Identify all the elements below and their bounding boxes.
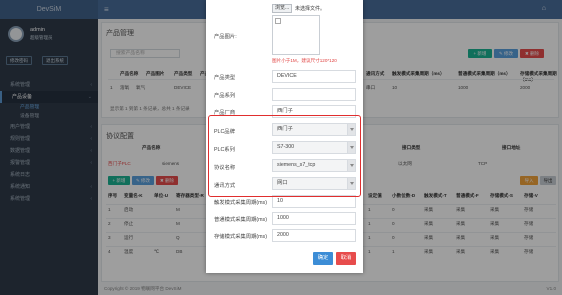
cancel-button[interactable]: 取消	[336, 252, 356, 265]
broken-image-icon	[275, 18, 281, 24]
series-field[interactable]	[272, 88, 356, 101]
file-upload: 浏览... 未选择文件。	[272, 4, 360, 13]
type-label: 产品类型	[214, 75, 236, 81]
series-label: 产品系列	[214, 93, 236, 99]
normal-label: 普通模式采集周期(ms)	[214, 217, 267, 223]
normal-field[interactable]: 1000	[272, 212, 356, 225]
file-status: 未选择文件。	[295, 6, 326, 12]
browse-button[interactable]: 浏览...	[272, 4, 293, 13]
highlight-box	[208, 115, 361, 197]
image-label: 产品图片:	[214, 34, 237, 40]
trigger-label: 触发模式采集周期(ms)	[214, 200, 267, 206]
image-hint: 图片小于1M，建议尺寸120*120	[272, 58, 337, 63]
store-field[interactable]: 2000	[272, 229, 356, 242]
type-field[interactable]: DEVICE	[272, 70, 356, 83]
confirm-button[interactable]: 确定	[313, 252, 333, 265]
store-label: 存储模式采集周期(ms)	[214, 234, 267, 240]
image-preview	[272, 15, 320, 55]
